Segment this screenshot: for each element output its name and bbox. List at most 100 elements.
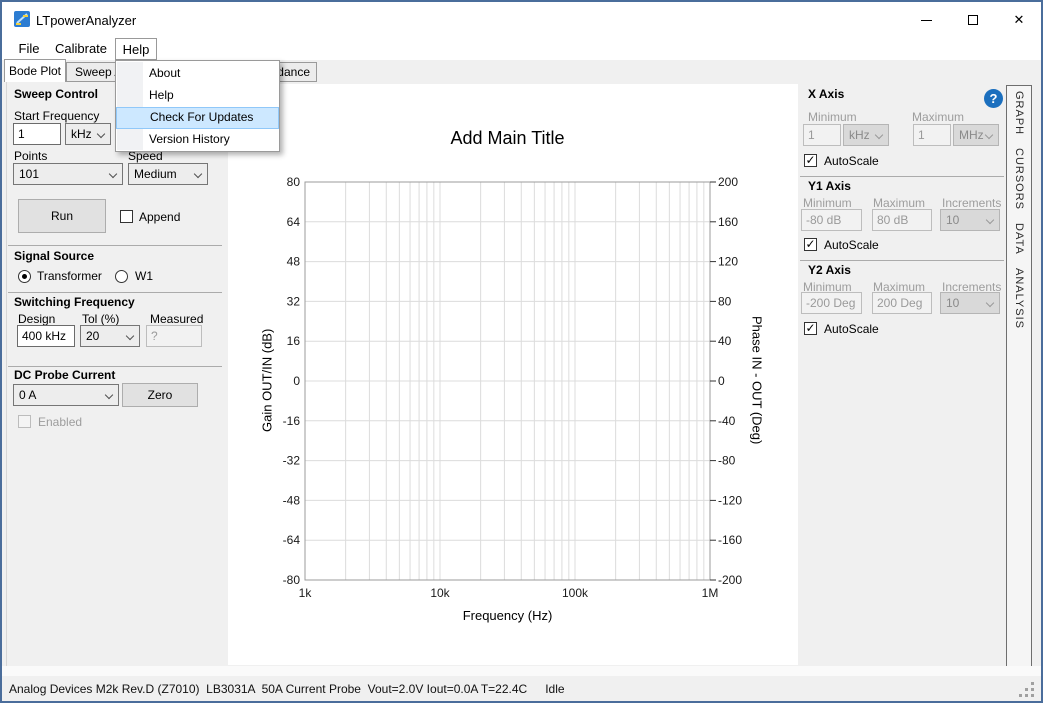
x-min-input[interactable] [803,124,841,146]
start-frequency-input[interactable] [13,123,61,145]
y2-tick-label: -120 [718,493,742,507]
separator [800,176,1004,177]
y2-tick-label: 200 [718,175,738,189]
y1-increments-label: Increments [942,196,1001,210]
maximize-button[interactable] [950,2,996,38]
x-max-unit-combo[interactable]: MHz [953,124,999,146]
y1-tick-label: 0 [293,374,300,388]
menu-item-about[interactable]: About [116,63,279,85]
measured-input[interactable] [146,325,202,347]
design-input[interactable] [17,325,75,347]
y1-tick-label: -48 [283,493,301,507]
y2-autoscale-checkbox[interactable]: ✓ [804,322,817,335]
y2-increments-combo[interactable]: 10 [940,292,1000,314]
chevron-down-icon [126,332,134,340]
y1-autoscale-checkbox[interactable]: ✓ [804,238,817,251]
y1-min-input[interactable] [801,209,862,231]
help-dropdown-menu: About Help Check For Updates Version His… [115,60,280,152]
bode-plot-grid: 80644832160-16-32-48-64-8020016012080400… [240,170,800,610]
tab-bode-plot[interactable]: Bode Plot [4,59,66,82]
start-frequency-unit-combo[interactable]: kHz [65,123,111,145]
zero-button[interactable]: Zero [122,383,198,407]
x-axis-title: X Axis [808,87,844,101]
w1-radio[interactable] [115,270,128,283]
menu-help[interactable]: Help [115,38,157,60]
menu-item-check-for-updates[interactable]: Check For Updates [116,107,279,129]
minimize-button[interactable] [903,2,949,38]
y2-tick-label: 160 [718,215,738,229]
separator [8,245,222,246]
side-tab-cursors[interactable]: CURSORS [1013,148,1025,210]
maximize-icon [968,15,978,25]
y1-min-label: Minimum [803,196,852,210]
x-min-unit-combo[interactable]: kHz [843,124,889,146]
enabled-checkbox[interactable] [18,415,31,428]
y2-axis-title: Y2 Axis [808,263,851,277]
speed-combo[interactable]: Medium [128,163,208,185]
x-tick-label: 1M [702,586,719,600]
side-tab-analysis[interactable]: ANALYSIS [1013,268,1025,329]
close-icon: ✕ [1014,12,1025,28]
x-tick-label: 10k [430,586,450,600]
points-combo[interactable]: 101 [13,163,123,185]
x-autoscale-checkbox[interactable]: ✓ [804,154,817,167]
y1-axis-title: Y1 Axis [808,179,851,193]
chevron-down-icon [105,391,113,399]
check-icon: ✓ [805,237,815,251]
transformer-radio[interactable] [18,270,31,283]
chevron-down-icon [194,170,202,178]
radio-dot-icon [22,274,27,279]
dc-probe-current-combo[interactable]: 0 A [13,384,119,406]
tol-label: Tol (%) [82,312,119,326]
chevron-down-icon [986,216,994,224]
w1-label: W1 [135,269,153,283]
y2-tick-label: 80 [718,294,732,308]
y1-axis-label: Gain OUT/IN (dB) [256,280,278,480]
y2-axis-label: Phase IN - OUT (Deg) [746,280,768,480]
status-text: Analog Devices M2k Rev.D (Z7010) LB3031A… [9,682,527,696]
y2-tick-label: 0 [718,374,725,388]
y1-increments-combo[interactable]: 10 [940,209,1000,231]
help-icon[interactable]: ? [984,89,1003,108]
enabled-label: Enabled [38,415,82,429]
run-button[interactable]: Run [18,199,106,233]
left-pane-border [6,82,7,666]
menu-calibrate[interactable]: Calibrate [50,38,112,60]
status-state: Idle [545,682,564,696]
close-button[interactable]: ✕ [996,2,1042,38]
signal-source-title: Signal Source [14,249,94,263]
x-autoscale-label: AutoScale [824,154,879,168]
separator [8,366,222,367]
start-frequency-label: Start Frequency [14,109,99,123]
app-icon [14,11,30,27]
side-tab-data[interactable]: DATA [1013,223,1025,255]
menu-file[interactable]: File [14,38,44,60]
x-max-label: Maximum [912,110,964,124]
y1-tick-label: 32 [287,294,301,308]
points-label: Points [14,149,47,163]
dc-probe-title: DC Probe Current [14,368,115,382]
menu-item-version-history[interactable]: Version History [116,129,279,151]
y1-max-input[interactable] [872,209,932,231]
x-max-input[interactable] [913,124,951,146]
y2-max-input[interactable] [872,292,932,314]
side-tab-graph[interactable]: GRAPH [1013,91,1025,135]
x-tick-label: 1k [299,586,313,600]
y1-tick-label: 16 [287,334,301,348]
menu-item-help[interactable]: Help [116,85,279,107]
chevron-down-icon [986,299,994,307]
resize-grip-icon[interactable] [1031,694,1034,697]
chevron-down-icon [97,130,105,138]
sweep-control-title: Sweep Control [14,87,98,101]
y1-autoscale-label: AutoScale [824,238,879,252]
y2-min-input[interactable] [801,292,862,314]
design-label: Design [18,312,55,326]
x-tick-label: 100k [562,586,589,600]
y2-tick-label: 120 [718,255,738,269]
y1-tick-label: -32 [283,454,301,468]
status-bar: Analog Devices M2k Rev.D (Z7010) LB3031A… [2,676,1041,701]
append-checkbox[interactable] [120,210,133,223]
chart-title: Add Main Title [305,128,710,149]
y2-autoscale-label: AutoScale [824,322,879,336]
tol-combo[interactable]: 20 [80,325,140,347]
